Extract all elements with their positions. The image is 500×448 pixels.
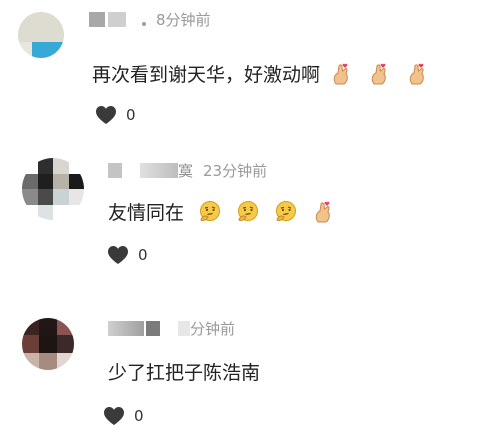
thinking-face-icon [274, 200, 298, 224]
comment-time: 23分钟前 [203, 161, 268, 180]
heart-icon [96, 106, 116, 124]
comment-text: 友情同在 [108, 198, 336, 225]
username-blur[interactable] [146, 320, 160, 336]
finger-heart-icon [330, 62, 354, 86]
comment-time: 分钟前 [190, 319, 236, 338]
comment-item: 分钟前 少了扛把子陈浩南 0 [0, 294, 500, 448]
like-count: 0 [138, 246, 148, 264]
username-blur[interactable] [108, 11, 126, 27]
like-count: 0 [126, 106, 136, 124]
username-blur[interactable] [178, 320, 190, 336]
comment-body: 友情同在 [108, 202, 185, 224]
avatar[interactable] [18, 12, 64, 58]
thinking-face-icon [236, 200, 260, 224]
heart-icon [108, 246, 128, 264]
comment-item: 寞 23分钟前 友情同在 0 [0, 148, 500, 294]
heart-icon [104, 407, 124, 425]
comment-time: 8分钟前 [156, 10, 211, 29]
comment-body: 再次看到谢天华，好激动啊 [92, 64, 321, 86]
comment-body: 少了扛把子陈浩南 [108, 362, 261, 384]
username-blur[interactable] [89, 11, 105, 27]
avatar[interactable] [22, 318, 74, 370]
comment-item: 8分钟前 再次看到谢天华，好激动啊 0 [0, 0, 500, 148]
comment-meta: 8分钟前 [89, 8, 211, 30]
username-blur[interactable] [108, 162, 122, 178]
thinking-face-icon [198, 200, 222, 224]
avatar[interactable] [22, 158, 84, 220]
comment-text: 少了扛把子陈浩南 [108, 358, 260, 385]
finger-heart-icon [368, 62, 392, 86]
comment-meta: 分钟前 [108, 317, 235, 339]
comment-text: 再次看到谢天华，好激动啊 [92, 60, 430, 87]
username-blur[interactable] [108, 320, 144, 336]
finger-heart-icon [312, 200, 336, 224]
finger-heart-icon [406, 62, 430, 86]
comment-meta: 寞 23分钟前 [108, 159, 267, 181]
like-button[interactable]: 0 [107, 245, 148, 265]
like-button[interactable]: 0 [95, 105, 136, 125]
like-count: 0 [134, 407, 144, 425]
dot [142, 22, 146, 26]
like-button[interactable]: 0 [103, 406, 144, 426]
username-blur[interactable] [140, 162, 178, 178]
username-fragment[interactable]: 寞 [178, 160, 193, 181]
